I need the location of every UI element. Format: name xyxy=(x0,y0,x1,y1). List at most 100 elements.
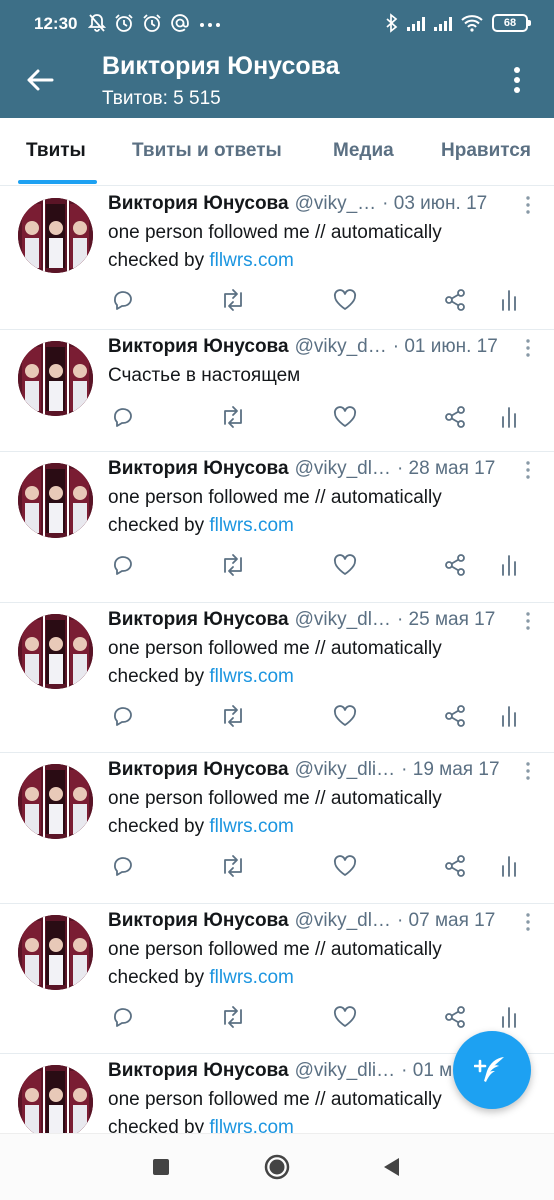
author-handle: @viky_dl… xyxy=(294,458,391,479)
analytics-button[interactable] xyxy=(494,701,524,731)
reply-icon xyxy=(111,288,135,312)
analytics-button[interactable] xyxy=(494,285,524,315)
tweet-menu-button[interactable] xyxy=(520,195,536,215)
reply-button[interactable] xyxy=(108,701,138,731)
retweet-icon xyxy=(219,1005,247,1029)
author-handle: @viky_dl… xyxy=(294,910,391,931)
share-button[interactable] xyxy=(440,550,470,580)
like-button[interactable] xyxy=(330,402,360,432)
like-button[interactable] xyxy=(330,1002,360,1032)
tab-media[interactable]: Медиа xyxy=(333,140,394,162)
like-icon xyxy=(332,405,358,429)
avatar[interactable] xyxy=(18,1065,93,1133)
retweet-button[interactable] xyxy=(218,851,248,881)
retweet-button[interactable] xyxy=(218,1002,248,1032)
retweet-button[interactable] xyxy=(218,701,248,731)
tweet-link[interactable]: fllwrs.com xyxy=(209,515,293,536)
like-button[interactable] xyxy=(330,550,360,580)
reply-button[interactable] xyxy=(108,851,138,881)
tweet-item[interactable]: Виктория Юнусова @viky_dl… · 07 мая 17 one … xyxy=(0,904,554,1054)
home-button[interactable] xyxy=(260,1150,294,1184)
author-name[interactable]: Виктория Юнусова xyxy=(108,609,289,631)
tweet-item[interactable]: Виктория Юнусова @viky_dl… · 25 мая 17 one … xyxy=(0,603,554,753)
analytics-icon xyxy=(499,704,519,728)
tweet-date: · 01 м xyxy=(401,1060,453,1081)
profile-tabs: Твиты Твиты и ответы Медиа Нравится xyxy=(0,118,554,186)
more-vertical-icon xyxy=(526,196,530,214)
system-back-button[interactable] xyxy=(374,1150,408,1184)
author-name[interactable]: Виктория Юнусова xyxy=(108,1060,289,1082)
tweet-actions xyxy=(108,851,528,881)
avatar[interactable] xyxy=(18,341,93,416)
avatar[interactable] xyxy=(18,915,93,990)
author-name[interactable]: Виктория Юнусова xyxy=(108,336,289,358)
retweet-button[interactable] xyxy=(218,285,248,315)
tweet-text: one person followed me // automatically … xyxy=(108,484,514,540)
analytics-button[interactable] xyxy=(494,402,524,432)
tweet-header: Виктория Юнусова @viky_dli… · 19 мая 17 xyxy=(108,759,514,781)
tweet-link[interactable]: fllwrs.com xyxy=(209,250,293,271)
overflow-menu-button[interactable] xyxy=(500,60,534,100)
alarm-icon xyxy=(143,14,161,32)
share-button[interactable] xyxy=(440,1002,470,1032)
retweet-button[interactable] xyxy=(218,550,248,580)
status-time: 12:30 xyxy=(34,14,78,33)
tweet-text-content: Счастье в настоящем xyxy=(108,365,301,386)
recents-icon xyxy=(153,1159,169,1175)
tweet-link[interactable]: fllwrs.com xyxy=(209,1117,293,1133)
reply-button[interactable] xyxy=(108,550,138,580)
avatar[interactable] xyxy=(18,764,93,839)
tweet-menu-button[interactable] xyxy=(520,761,536,781)
more-vertical-icon xyxy=(526,339,530,357)
tweet-menu-button[interactable] xyxy=(520,460,536,480)
tweet-link[interactable]: fllwrs.com xyxy=(209,666,293,687)
tweet-item[interactable]: Виктория Юнусова @viky_dl… · 28 мая 17 one … xyxy=(0,452,554,603)
reply-button[interactable] xyxy=(108,1002,138,1032)
tab-likes[interactable]: Нравится xyxy=(441,140,531,162)
tweet-item[interactable]: Виктория Юнусова @viky_d… · 01 июн. 17 Счас… xyxy=(0,330,554,452)
tweet-menu-button[interactable] xyxy=(520,338,536,358)
avatar[interactable] xyxy=(18,198,93,273)
reply-button[interactable] xyxy=(108,402,138,432)
analytics-button[interactable] xyxy=(494,550,524,580)
retweet-button[interactable] xyxy=(218,402,248,432)
tweet-actions xyxy=(108,701,528,731)
tweet-menu-button[interactable] xyxy=(520,611,536,631)
tweet-text: one person followed me // automatically … xyxy=(108,219,514,275)
tab-tweets[interactable]: Твиты xyxy=(26,140,86,162)
tweet-item[interactable]: Виктория Юнусова @viky_… · 03 июн. 17 one p… xyxy=(0,187,554,330)
analytics-button[interactable] xyxy=(494,1002,524,1032)
like-icon xyxy=(332,854,358,878)
compose-tweet-button[interactable] xyxy=(453,1031,531,1109)
tab-tweets-and-replies[interactable]: Твиты и ответы xyxy=(132,140,282,162)
like-button[interactable] xyxy=(330,701,360,731)
analytics-button[interactable] xyxy=(494,851,524,881)
signal-icon xyxy=(407,15,425,31)
author-name[interactable]: Виктория Юнусова xyxy=(108,458,289,480)
share-button[interactable] xyxy=(440,402,470,432)
like-button[interactable] xyxy=(330,851,360,881)
reply-icon xyxy=(111,405,135,429)
author-name[interactable]: Виктория Юнусова xyxy=(108,759,289,781)
tweet-link[interactable]: fllwrs.com xyxy=(209,967,293,988)
like-icon xyxy=(332,704,358,728)
share-button[interactable] xyxy=(440,851,470,881)
share-button[interactable] xyxy=(440,285,470,315)
like-button[interactable] xyxy=(330,285,360,315)
analytics-icon xyxy=(499,405,519,429)
share-button[interactable] xyxy=(440,701,470,731)
author-name[interactable]: Виктория Юнусова xyxy=(108,910,289,932)
tweet-menu-button[interactable] xyxy=(520,912,536,932)
recents-button[interactable] xyxy=(144,1150,178,1184)
tweet-item[interactable]: Виктория Юнусова @viky_dli… · 19 мая 17 one… xyxy=(0,753,554,904)
author-name[interactable]: Виктория Юнусова xyxy=(108,193,289,215)
tweet-date: · 01 июн. 17 xyxy=(392,336,498,357)
tweet-text: one person followed me // automatically … xyxy=(108,936,514,992)
app-header: 12:30 68 Виктория Юнусова Твитов: 5 515 xyxy=(0,0,554,118)
reply-button[interactable] xyxy=(108,285,138,315)
tweet-feed[interactable]: Виктория Юнусова @viky_… · 03 июн. 17 one p… xyxy=(0,187,554,1133)
avatar[interactable] xyxy=(18,463,93,538)
back-button[interactable] xyxy=(20,60,60,100)
tweet-link[interactable]: fllwrs.com xyxy=(209,816,293,837)
avatar[interactable] xyxy=(18,614,93,689)
